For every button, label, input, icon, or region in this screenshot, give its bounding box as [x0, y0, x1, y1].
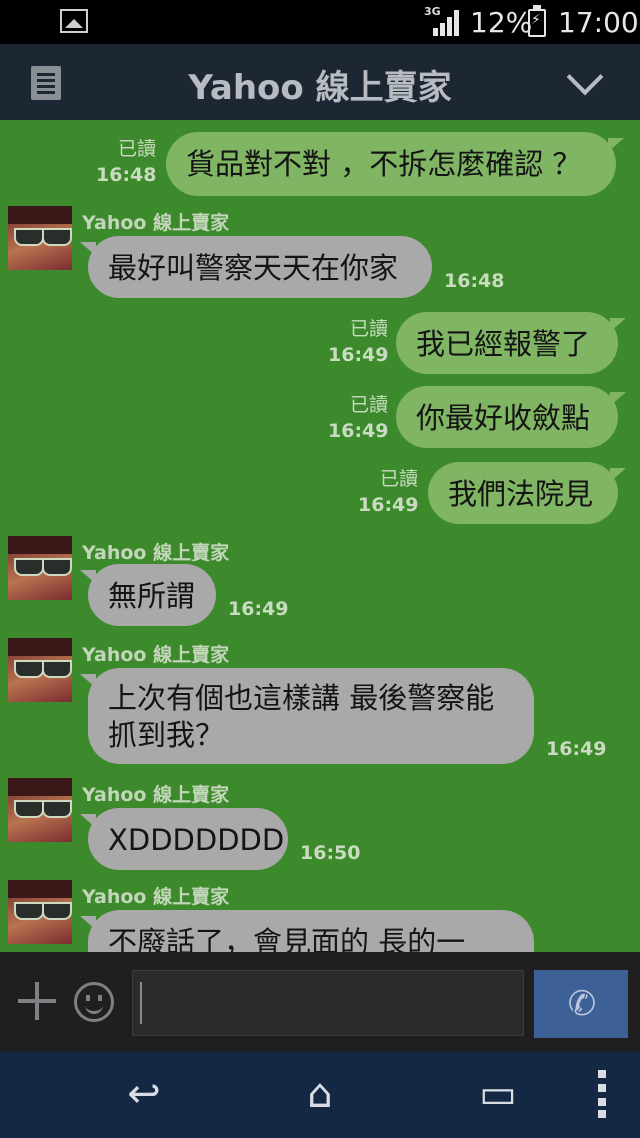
text-cursor: [140, 982, 142, 1024]
message-time: 16:49: [546, 738, 607, 760]
sender-name: Yahoo 線上賣家: [82, 542, 230, 564]
avatar[interactable]: [8, 778, 72, 842]
call-button[interactable]: ✆: [534, 970, 628, 1038]
read-receipt: 已讀: [349, 318, 388, 340]
message-time: 16:49: [328, 420, 389, 442]
message-bubble-outgoing[interactable]: 你最好收斂點: [396, 386, 626, 448]
message-text-line: 上次有個也這樣講 最後警察能: [108, 681, 495, 715]
message-bubble-outgoing[interactable]: 我已經報警了: [396, 312, 626, 374]
avatar[interactable]: [8, 638, 72, 702]
phone-icon: ✆: [567, 985, 597, 1023]
more-icon[interactable]: [598, 1070, 606, 1118]
back-icon[interactable]: ↩: [116, 1066, 172, 1122]
message-text-line: 抓到我？: [108, 718, 225, 752]
battery-percent: 12%: [470, 6, 533, 39]
chat-header: Yahoo 線上賣家: [0, 44, 640, 120]
clock: 17:00: [558, 6, 639, 39]
emoji-icon[interactable]: [74, 982, 114, 1022]
message-bubble-incoming[interactable]: 無所謂: [80, 564, 216, 626]
recent-apps-icon[interactable]: ▭: [470, 1066, 526, 1122]
message-bubble-outgoing[interactable]: 貨品對不對 ，不拆怎麼確認 ？: [166, 132, 624, 196]
message-bubble-outgoing[interactable]: 我們法院見: [428, 462, 626, 524]
message-bubble-incoming[interactable]: 上次有個也這樣講 最後警察能 抓到我？: [80, 668, 534, 764]
read-receipt: 已讀: [117, 138, 156, 160]
sender-name: Yahoo 線上賣家: [82, 886, 230, 908]
battery-charging-icon: [528, 5, 546, 37]
message-time: 16:49: [358, 494, 419, 516]
message-input[interactable]: [132, 970, 524, 1036]
read-receipt: 已讀: [379, 468, 418, 490]
input-bar: ✆: [0, 952, 640, 1052]
message-time: 16:49: [328, 344, 389, 366]
sender-name: Yahoo 線上賣家: [82, 212, 230, 234]
message-bubble-incoming[interactable]: XDDDDDDD: [80, 808, 288, 870]
system-nav-bar: ↩ ⌂ ▭: [0, 1052, 640, 1138]
message-bubble-incoming[interactable]: 不廢話了，會見面的 長的一: [80, 910, 534, 952]
message-bubble-incoming[interactable]: 最好叫警察天天在你家: [80, 236, 432, 298]
chat-area[interactable]: 已讀 16:48 貨品對不對 ，不拆怎麼確認 ？ Yahoo 線上賣家 最好叫警…: [0, 120, 640, 952]
sender-name: Yahoo 線上賣家: [82, 784, 230, 806]
read-receipt: 已讀: [349, 394, 388, 416]
signal-icon: [433, 10, 461, 36]
sender-name: Yahoo 線上賣家: [82, 644, 230, 666]
message-time: 16:48: [96, 164, 157, 186]
avatar[interactable]: [8, 206, 72, 270]
avatar[interactable]: [8, 880, 72, 944]
message-time: 16:48: [444, 270, 505, 292]
chat-title: Yahoo 線上賣家: [188, 68, 452, 108]
plus-icon[interactable]: [18, 982, 56, 1020]
status-bar: 3G 12% 17:00: [0, 0, 640, 44]
message-time: 16:50: [300, 842, 361, 864]
avatar[interactable]: [8, 536, 72, 600]
message-time: 16:49: [228, 598, 289, 620]
image-icon: [60, 9, 88, 33]
home-icon[interactable]: ⌂: [292, 1066, 348, 1122]
